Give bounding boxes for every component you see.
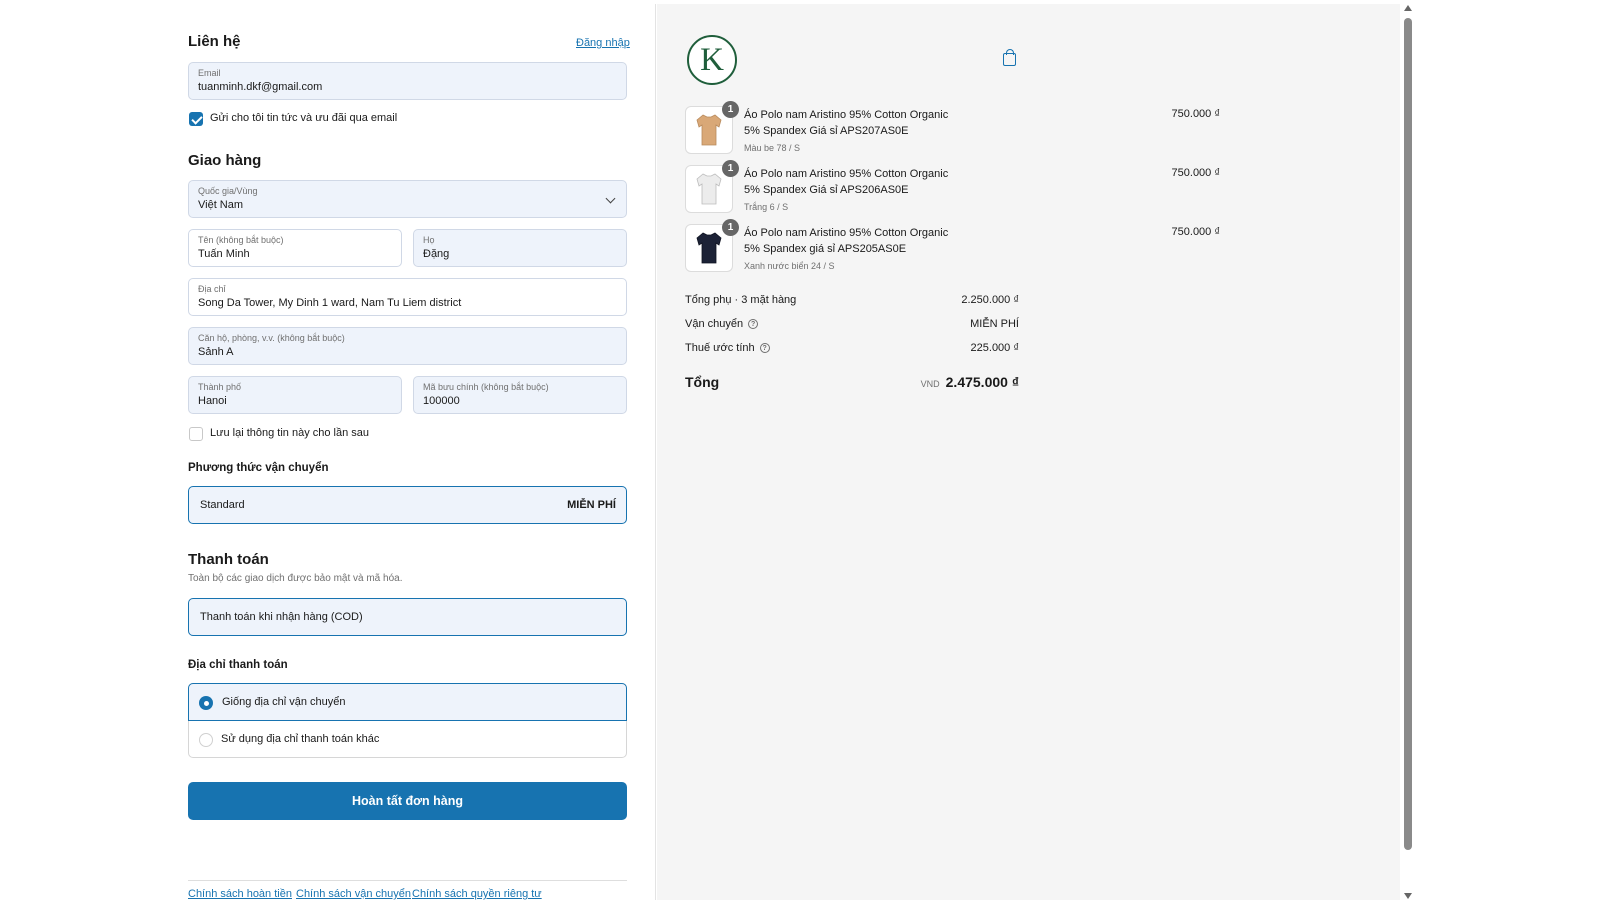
shipping-option-standard[interactable]: Standard MIỄN PHÍ <box>188 486 627 524</box>
product-name: Áo Polo nam Aristino 95% Cotton Organic … <box>744 168 949 196</box>
newsletter-checkbox[interactable] <box>189 112 203 126</box>
quantity-badge: 1 <box>722 101 739 118</box>
tax-label-text: Thuế ước tính <box>685 342 755 354</box>
shipping-method-title: Phương thức vận chuyển <box>188 462 329 474</box>
country-label: Quốc gia/Vùng <box>198 186 258 196</box>
shipping-option-name: Standard <box>200 499 245 511</box>
shirt-icon <box>696 173 722 205</box>
total-label: Tổng <box>685 374 720 390</box>
product-variant: Trắng 6 / S <box>744 202 789 212</box>
product-variant: Xanh nước biển 24 / S <box>744 261 835 271</box>
billing-option-same[interactable]: Giống địa chỉ vận chuyển <box>188 683 627 721</box>
payment-title: Thanh toán <box>188 551 269 568</box>
shipping-option-price: MIỄN PHÍ <box>567 499 616 511</box>
billing-option-other[interactable]: Sử dụng địa chỉ thanh toán khác <box>188 721 627 758</box>
total-value: 2.475.000 ₫ <box>945 374 1019 390</box>
shirt-icon <box>696 114 722 146</box>
refund-policy-link[interactable]: Chính sách hoàn tiền <box>188 888 292 900</box>
contact-title: Liên hệ <box>188 33 241 50</box>
scroll-down-arrow-icon[interactable] <box>1404 893 1412 899</box>
save-info-checkbox[interactable] <box>189 427 203 441</box>
email-value: tuanminh.dkf@gmail.com <box>198 81 323 93</box>
save-info-label: Lưu lại thông tin này cho lần sau <box>210 427 370 439</box>
city-field[interactable]: Thành phố Hanoi <box>188 376 402 414</box>
shipping-label: Vận chuyển? <box>685 318 759 330</box>
product-price: 750.000 ₫ <box>1171 108 1220 120</box>
tax-value: 225.000 ₫ <box>970 342 1019 354</box>
last-name-value: Đặng <box>423 248 450 260</box>
shirt-icon <box>696 232 722 264</box>
billing-other-radio[interactable] <box>199 733 213 747</box>
apartment-value: Sảnh A <box>198 346 234 358</box>
product-variant: Màu be 78 / S <box>744 143 801 153</box>
billing-other-label: Sử dụng địa chỉ thanh toán khác <box>221 733 380 745</box>
country-select[interactable]: Quốc gia/Vùng Việt Nam <box>188 180 627 218</box>
postal-code-value: 100000 <box>423 395 460 407</box>
product-name: Áo Polo nam Aristino 95% Cotton Organic … <box>744 109 949 137</box>
quantity-badge: 1 <box>722 160 739 177</box>
last-name-field[interactable]: Họ Đặng <box>413 229 627 267</box>
email-label: Email <box>198 68 221 78</box>
payment-option-cod[interactable]: Thanh toán khi nhận hàng (COD) <box>188 598 627 636</box>
checkout-form: Liên hệ Đăng nhập Email tuanminh.dkf@gma… <box>0 4 656 900</box>
first-name-field[interactable]: Tên (không bắt buộc) Tuấn Minh <box>188 229 402 267</box>
scroll-up-arrow-icon[interactable] <box>1404 5 1412 11</box>
address-label: Địa chỉ <box>198 284 226 294</box>
total-row: VND 2.475.000 ₫ <box>921 374 1019 390</box>
footer-divider <box>188 880 627 881</box>
address-value: Song Da Tower, My Dinh 1 ward, Nam Tu Li… <box>198 297 462 309</box>
subtotal-label-text: Tổng phụ · 3 mặt hàng <box>685 294 797 306</box>
first-name-value: Tuấn Minh <box>198 248 250 260</box>
city-value: Hanoi <box>198 395 227 407</box>
login-link[interactable]: Đăng nhập <box>576 37 630 49</box>
postal-code-field[interactable]: Mã bưu chính (không bắt buộc) 100000 <box>413 376 627 414</box>
apartment-label: Căn hộ, phòng, v.v. (không bắt buộc) <box>198 333 345 343</box>
privacy-policy-link[interactable]: Chính sách quyền riêng tư <box>412 888 542 900</box>
billing-same-label: Giống địa chỉ vận chuyển <box>222 696 346 708</box>
postal-code-label: Mã bưu chính (không bắt buộc) <box>423 382 549 392</box>
store-logo[interactable]: K <box>687 35 737 85</box>
subtotal-value: 2.250.000 ₫ <box>961 294 1019 306</box>
product-price: 750.000 ₫ <box>1171 167 1220 179</box>
billing-title: Địa chỉ thanh toán <box>188 659 288 671</box>
quantity-badge: 1 <box>722 219 739 236</box>
product-name: Áo Polo nam Aristino 95% Cotton Organic … <box>744 227 949 255</box>
payment-method-label: Thanh toán khi nhận hàng (COD) <box>200 611 363 623</box>
last-name-label: Họ <box>423 235 435 245</box>
apartment-field[interactable]: Căn hộ, phòng, v.v. (không bắt buộc) Sản… <box>188 327 627 365</box>
city-label: Thành phố <box>198 382 242 392</box>
country-value: Việt Nam <box>198 199 244 211</box>
currency-code: VND <box>920 379 940 389</box>
product-price: 750.000 ₫ <box>1171 226 1220 238</box>
billing-same-radio[interactable] <box>199 696 213 710</box>
first-name-label: Tên (không bắt buộc) <box>198 235 284 245</box>
complete-order-button[interactable]: Hoàn tất đơn hàng <box>188 782 627 820</box>
email-field[interactable]: Email tuanminh.dkf@gmail.com <box>188 62 627 100</box>
help-icon[interactable]: ? <box>759 343 770 353</box>
payment-subtitle: Toàn bộ các giao dịch được bảo mật và mã… <box>188 573 403 584</box>
shipping-policy-link[interactable]: Chính sách vận chuyển <box>296 888 411 900</box>
shipping-label-text: Vận chuyển <box>685 318 744 330</box>
shipping-value: MIỄN PHÍ <box>970 318 1019 330</box>
scrollbar-thumb[interactable] <box>1404 18 1412 850</box>
delivery-title: Giao hàng <box>188 152 262 169</box>
shopping-bag-icon[interactable] <box>1003 49 1016 66</box>
newsletter-label: Gửi cho tôi tin tức và ưu đãi qua email <box>210 112 398 124</box>
address-field[interactable]: Địa chỉ Song Da Tower, My Dinh 1 ward, N… <box>188 278 627 316</box>
subtotal-label: Tổng phụ · 3 mặt hàng <box>685 294 796 306</box>
help-icon[interactable]: ? <box>748 319 759 329</box>
logo-letter: K <box>700 42 724 78</box>
tax-label: Thuế ước tính? <box>685 342 770 354</box>
